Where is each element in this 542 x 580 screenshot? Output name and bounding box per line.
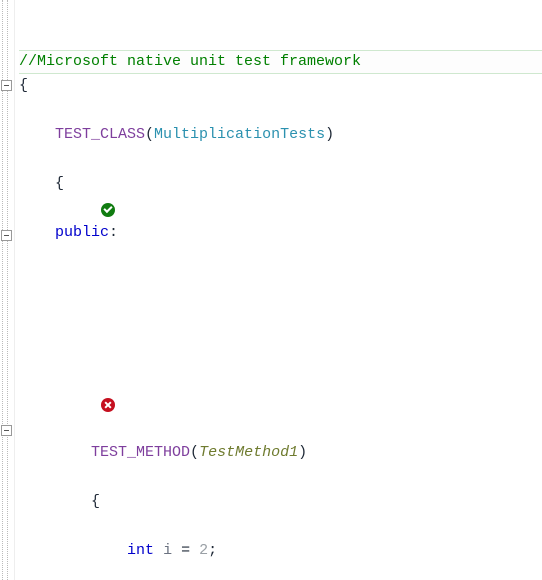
code-line[interactable]	[19, 270, 542, 295]
code-line[interactable]: TEST_METHOD(TestMethod1)	[19, 441, 542, 466]
code-area[interactable]: //Microsoft native unit test framework {…	[15, 0, 542, 580]
fold-gutter	[0, 0, 15, 580]
code-line[interactable]: public:	[19, 221, 542, 246]
check-circle-icon	[101, 203, 115, 217]
code-line[interactable]: //Microsoft native unit test framework	[19, 50, 542, 75]
fold-toggle[interactable]	[1, 230, 12, 241]
code-line[interactable]: {	[19, 172, 542, 197]
test-status-icon	[101, 203, 117, 219]
code-line[interactable]: {	[19, 490, 542, 515]
x-circle-icon	[101, 398, 115, 412]
code-editor[interactable]: //Microsoft native unit test framework {…	[0, 0, 542, 580]
fold-toggle[interactable]	[1, 80, 12, 91]
code-line[interactable]	[19, 392, 542, 417]
code-line[interactable]: TEST_CLASS(MultiplicationTests)	[19, 123, 542, 148]
comment-text: //Microsoft native unit test framework	[19, 53, 361, 70]
fold-toggle[interactable]	[1, 425, 12, 436]
code-line[interactable]: {	[19, 74, 542, 99]
code-line[interactable]: int i = 2;	[19, 539, 542, 564]
test-status-icon	[101, 398, 117, 414]
